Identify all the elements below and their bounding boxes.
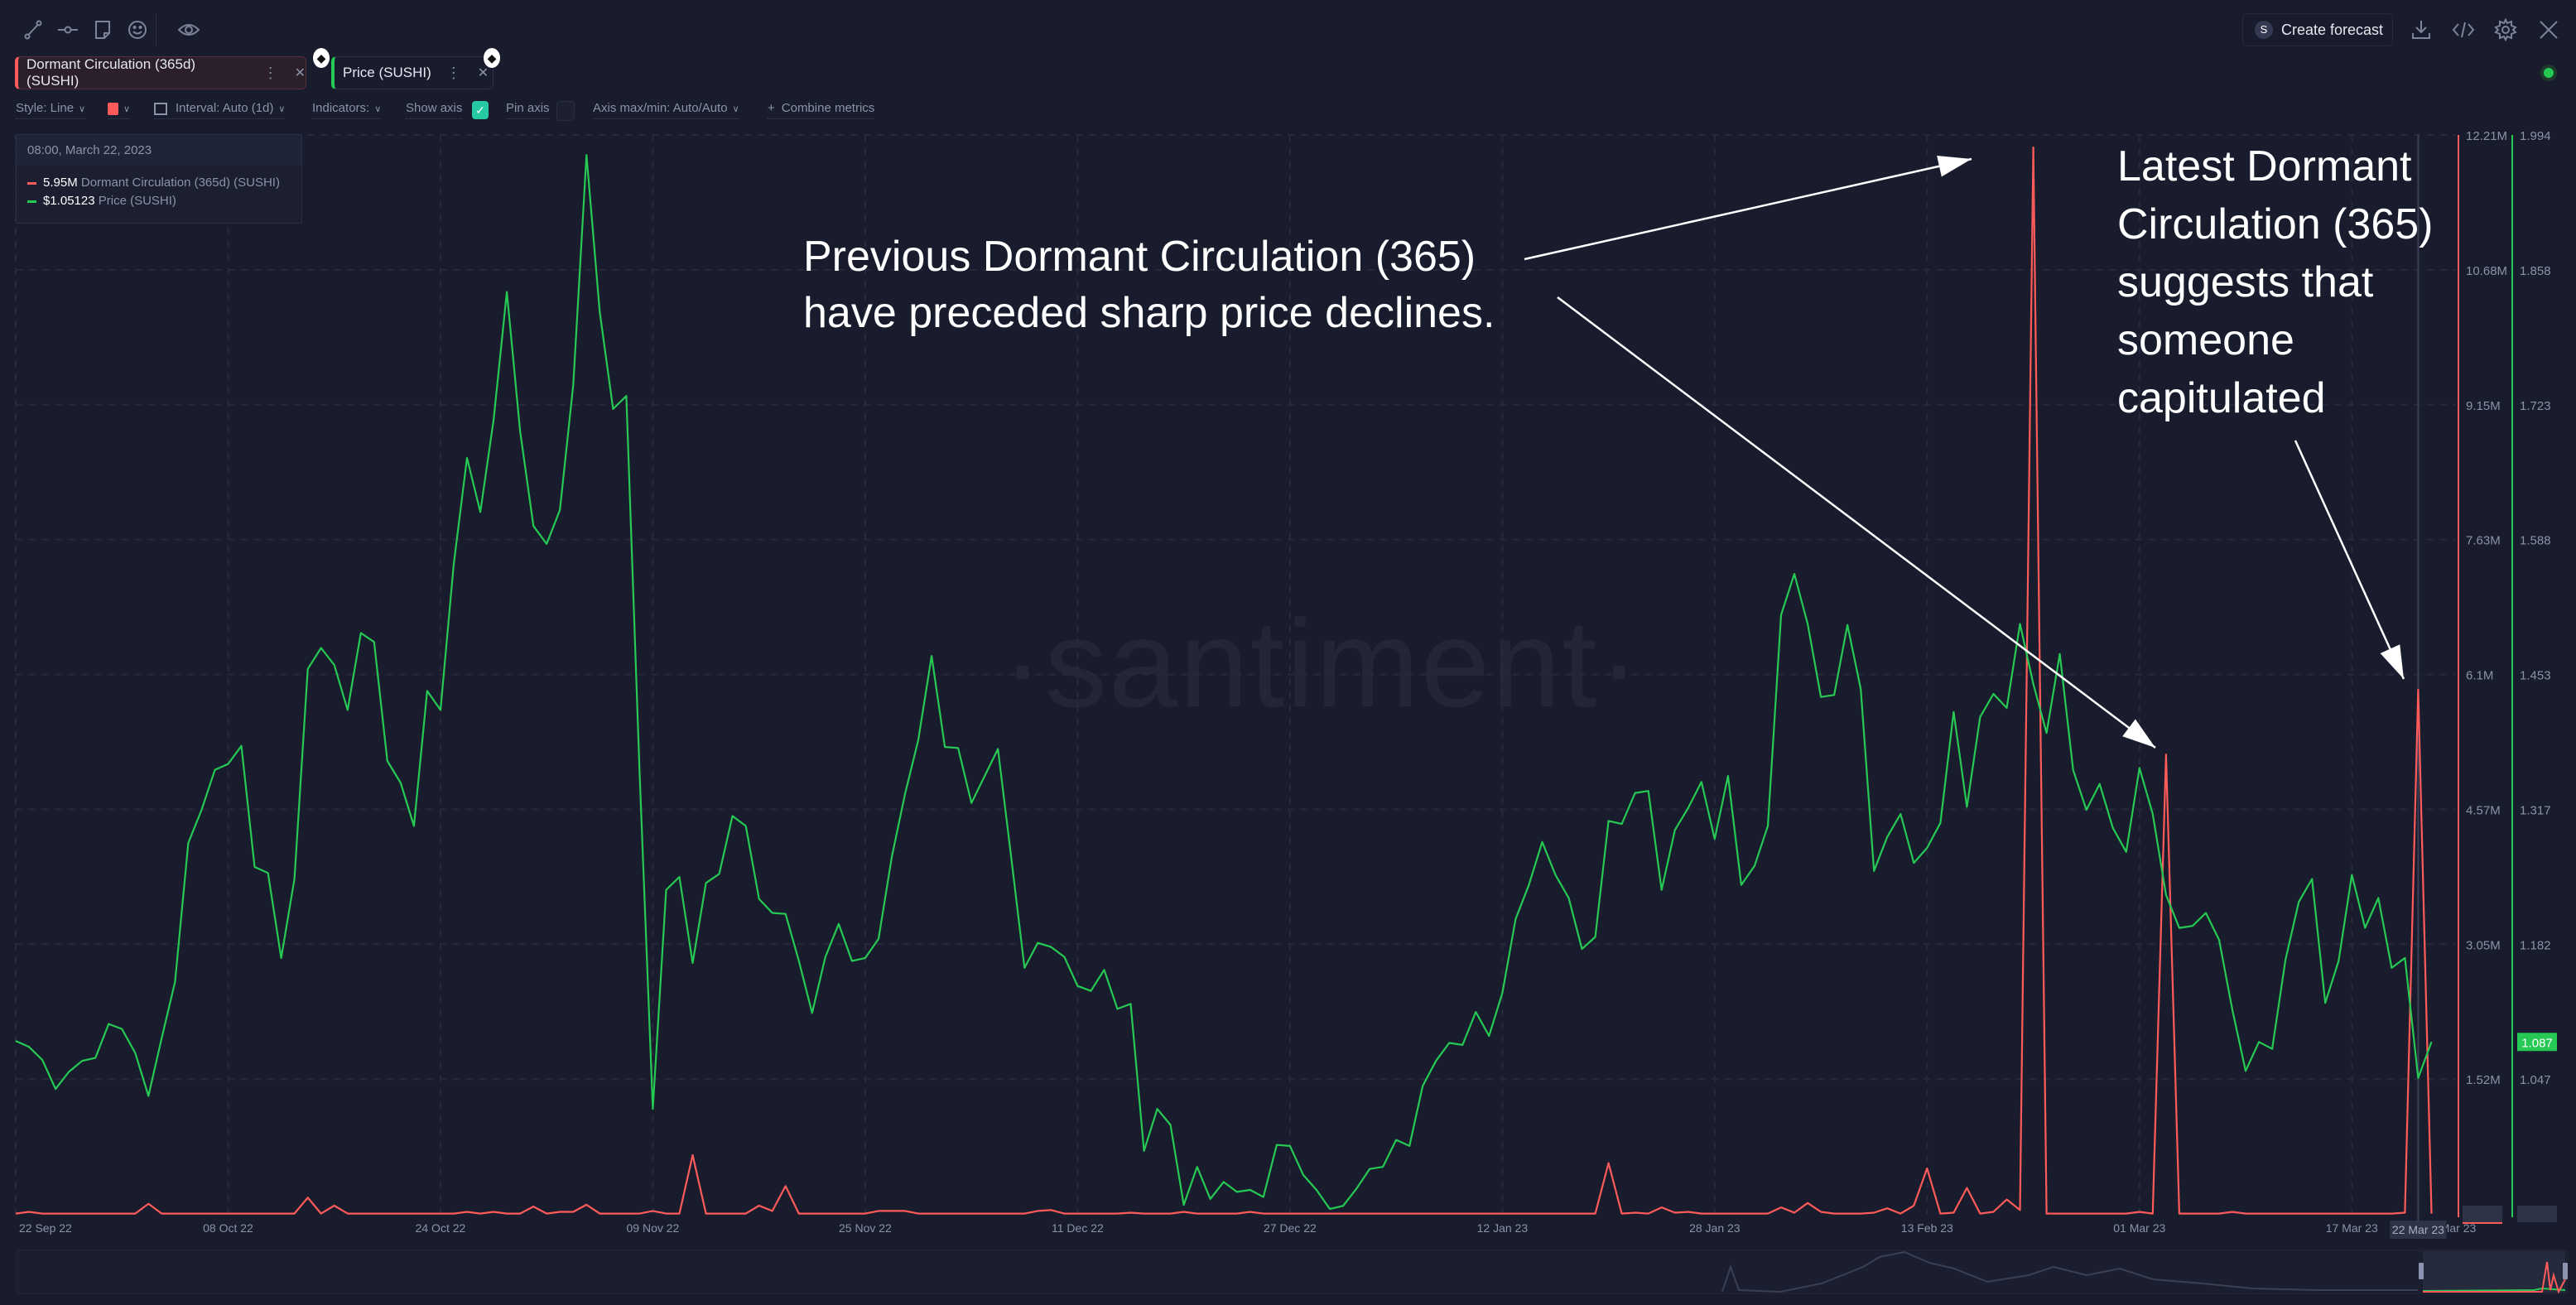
- x-tick-label: 11 Dec 22: [1052, 1221, 1104, 1235]
- y-tick-label-price: 1.047: [2520, 1073, 2551, 1087]
- legend-row-price: $1.05123 Price (SUSHI): [17, 192, 301, 210]
- y-tick-label-dormant: 4.57M: [2466, 803, 2501, 817]
- y-tick-label-dormant: 1.52M: [2466, 1073, 2501, 1087]
- y-tick-label-price: 1.317: [2520, 803, 2551, 817]
- legend-label: Price (SUSHI): [98, 194, 176, 208]
- navigator-selection: [2423, 1251, 2565, 1293]
- navigator-right-handle[interactable]: [2563, 1263, 2568, 1279]
- annotation-arrow: [1524, 157, 1972, 261]
- y-tick-label-dormant: 9.15M: [2466, 399, 2501, 413]
- price-min-box: [2517, 1206, 2557, 1222]
- x-tick-label: 25 Nov 22: [839, 1221, 892, 1235]
- x-highlight-label: 22 Mar 23: [2392, 1223, 2444, 1236]
- y-tick-label-dormant: 12.21M: [2466, 129, 2507, 143]
- y-tick-label-dormant: 7.63M: [2466, 534, 2501, 548]
- y-tick-label-dormant: 6.1M: [2466, 669, 2493, 683]
- y-tick-label-dormant: 10.68M: [2466, 264, 2507, 278]
- annotation-line: have preceded sharp price declines.: [803, 289, 1495, 337]
- legend-swatch: [27, 200, 36, 203]
- y-tick-label-price: 1.723: [2520, 399, 2551, 413]
- dormant-min-box: [2463, 1206, 2502, 1222]
- legend-row-dormant: 5.95M Dormant Circulation (365d) (SUSHI): [17, 174, 301, 192]
- annotation-line: Latest Dormant: [2117, 142, 2412, 190]
- y-tick-label-price: 1.994: [2520, 129, 2551, 143]
- x-tick-label: 13 Feb 23: [1901, 1221, 1953, 1235]
- x-tick-label: 12 Jan 23: [1477, 1221, 1529, 1235]
- legend-date: 08:00, March 22, 2023: [17, 135, 301, 166]
- y-tick-label-price: 1.858: [2520, 264, 2551, 278]
- y-tick-label-price: 1.182: [2520, 938, 2551, 952]
- annotation-line: someone: [2117, 316, 2294, 364]
- annotation-arrow: [2294, 440, 2405, 680]
- x-tick-label: 17 Mar 23: [2326, 1221, 2378, 1235]
- legend-label: Dormant Circulation (365d) (SUSHI): [80, 176, 280, 190]
- annotation-previous: Previous Dormant Circulation (365) have …: [803, 229, 1495, 341]
- legend-swatch: [27, 181, 36, 185]
- annotation-line: suggests that: [2117, 258, 2374, 306]
- annotation-line: Circulation (365): [2117, 200, 2434, 248]
- x-tick-label: 08 Oct 22: [203, 1221, 253, 1235]
- x-tick-label: 27 Dec 22: [1264, 1221, 1317, 1235]
- legend-value: 5.95M: [43, 176, 78, 190]
- x-tick-label: 28 Jan 23: [1689, 1221, 1741, 1235]
- chart-legend: 08:00, March 22, 2023 5.95M Dormant Circ…: [16, 134, 302, 224]
- annotation-line: capitulated: [2117, 374, 2326, 422]
- annotation-line: Previous Dormant Circulation (365): [803, 233, 1476, 281]
- legend-value: $1.05123: [43, 194, 95, 208]
- annotation-arrow: [1557, 296, 2156, 749]
- y-tick-label-price: 1.453: [2520, 669, 2551, 683]
- navigator-left-handle[interactable]: [2419, 1263, 2424, 1279]
- x-tick-label: 09 Nov 22: [627, 1221, 680, 1235]
- x-tick-label: 01 Mar 23: [2113, 1221, 2165, 1235]
- y-tick-label-price: 1.588: [2520, 534, 2551, 548]
- annotation-latest: Latest Dormant Circulation (365) suggest…: [2117, 137, 2434, 427]
- x-tick-label: 22 Sep 22: [19, 1221, 72, 1235]
- x-tick-label: 24 Oct 22: [416, 1221, 466, 1235]
- y-tick-label-dormant: 3.05M: [2466, 938, 2501, 952]
- arrow-head: [1937, 156, 1972, 177]
- price-last-label: 1.087: [2521, 1036, 2553, 1050]
- navigator: [16, 1250, 2568, 1294]
